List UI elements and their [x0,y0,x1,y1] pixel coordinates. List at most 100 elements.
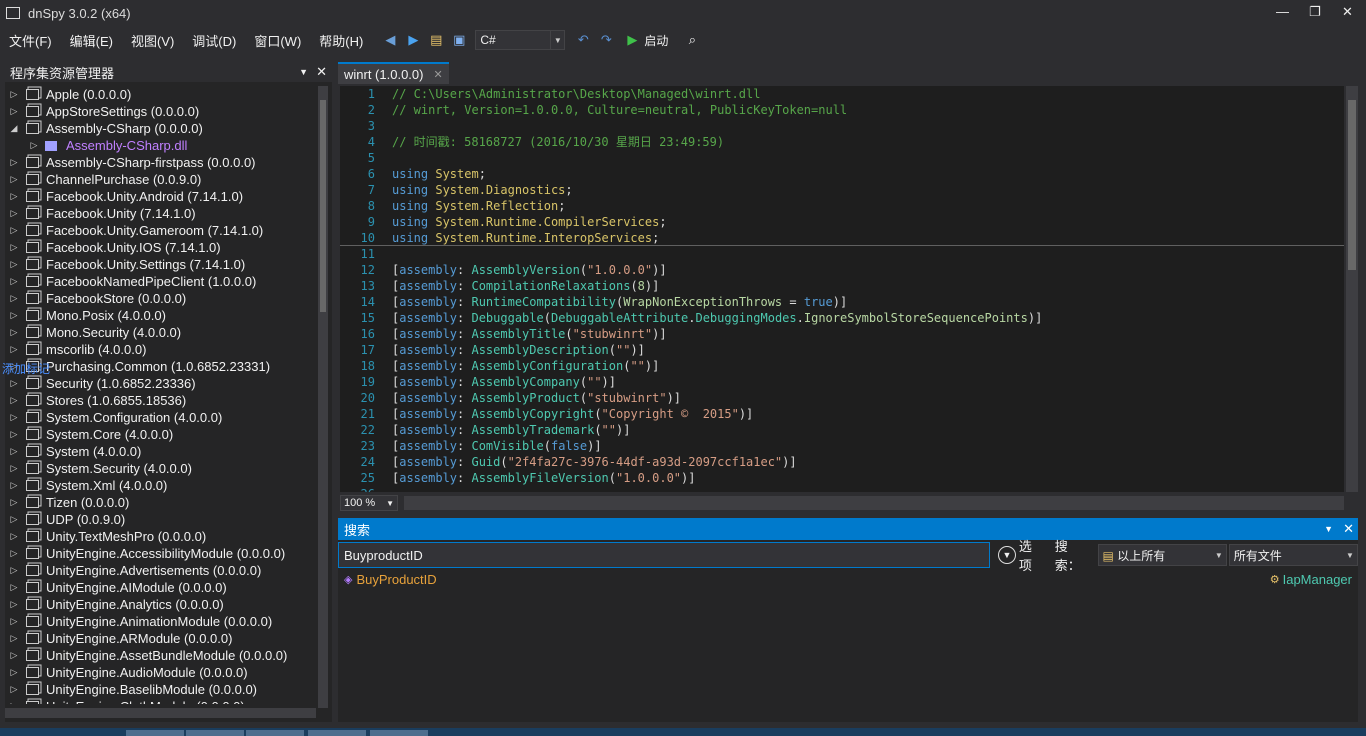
tree-item-module[interactable]: ▷ Assembly-CSharp.dll [5,137,316,154]
redo-icon[interactable]: ↷ [596,30,616,50]
collapsed-arrow-icon[interactable]: ▷ [7,497,21,508]
maximize-button[interactable]: ❐ [1309,4,1321,20]
tree-item-assembly[interactable]: ▷ UnityEngine.AssetBundleModule (0.0.0.0) [5,647,316,664]
menu-view[interactable]: 视图(V) [122,31,183,50]
tab-winrt[interactable]: winrt (1.0.0.0) ✕ [338,62,449,84]
collapsed-arrow-icon[interactable]: ▷ [7,701,21,704]
collapsed-arrow-icon[interactable]: ▷ [7,191,21,202]
tree-item-assembly[interactable]: ▷ Assembly-CSharp-firstpass (0.0.0.0) [5,154,316,171]
options-label[interactable]: 选项 [1019,536,1045,574]
tree-scrollbar-thumb[interactable] [320,100,326,312]
start-icon[interactable]: ▶ [622,30,642,50]
tree-item-assembly[interactable]: ▷ UnityEngine.ARModule (0.0.0.0) [5,630,316,647]
tree-item-assembly[interactable]: ▷ System.Xml (4.0.0.0) [5,477,316,494]
collapsed-arrow-icon[interactable]: ▷ [7,582,21,593]
tree-item-assembly[interactable]: ▷ UDP (0.0.9.0) [5,511,316,528]
zoom-select[interactable]: 100 % ▼ [340,495,398,511]
taskbar-button[interactable] [126,730,184,736]
collapsed-arrow-icon[interactable]: ▷ [7,276,21,287]
tree-item-assembly[interactable]: ▷ Tizen (0.0.0.0) [5,494,316,511]
tree-item-assembly[interactable]: ▷ mscorlib (4.0.0.0) [5,341,316,358]
collapsed-arrow-icon[interactable]: ▷ [7,599,21,610]
language-select[interactable]: C# ▼ [475,30,566,50]
search-input[interactable]: BuyproductID [338,542,990,568]
tree-item-assembly[interactable]: ▷ Facebook.Unity.IOS (7.14.1.0) [5,239,316,256]
start-button[interactable]: 启动 [644,32,668,49]
close-window-button[interactable]: ✕ [1342,4,1353,20]
collapsed-arrow-icon[interactable]: ▷ [7,565,21,576]
tree-item-assembly[interactable]: ▷ Purchasing.Common (1.0.6852.23331) [5,358,316,375]
tree-item-assembly[interactable]: ▷ Facebook.Unity.Android (7.14.1.0) [5,188,316,205]
tree-item-assembly[interactable]: ▷ Security (1.0.6852.23336) [5,375,316,392]
tree-item-assembly[interactable]: ▷ UnityEngine.BaselibModule (0.0.0.0) [5,681,316,698]
expanded-arrow-icon[interactable]: ◢ [7,123,21,134]
tree-item-assembly[interactable]: ▷ UnityEngine.AIModule (0.0.0.0) [5,579,316,596]
tree-item-assembly[interactable]: ▷ System.Configuration (4.0.0.0) [5,409,316,426]
collapsed-arrow-icon[interactable]: ▷ [7,344,21,355]
editor-scrollbar[interactable] [1346,86,1358,492]
collapsed-arrow-icon[interactable]: ▷ [7,650,21,661]
tree-item-assembly[interactable]: ▷ Unity.TextMeshPro (0.0.0.0) [5,528,316,545]
tree-item-assembly[interactable]: ▷ ChannelPurchase (0.0.9.0) [5,171,316,188]
tree-item-assembly[interactable]: ▷ AppStoreSettings (0.0.0.0) [5,103,316,120]
panel-close-icon[interactable]: ✕ [316,64,327,80]
options-chevron-icon[interactable]: ▼ [998,546,1016,564]
collapsed-arrow-icon[interactable]: ▷ [7,378,21,389]
collapsed-arrow-icon[interactable]: ▷ [7,225,21,236]
tree-item-assembly[interactable]: ▷ UnityEngine.AnimationModule (0.0.0.0) [5,613,316,630]
menu-file[interactable]: 文件(F) [0,31,61,50]
collapsed-arrow-icon[interactable]: ▷ [7,242,21,253]
menu-debug[interactable]: 调试(D) [183,31,245,50]
collapsed-arrow-icon[interactable]: ▷ [7,446,21,457]
tree-item-assembly[interactable]: ▷ UnityEngine.Advertisements (0.0.0.0) [5,562,316,579]
undo-icon[interactable]: ↶ [573,30,593,50]
collapsed-arrow-icon[interactable]: ▷ [7,684,21,695]
tree-item-assembly[interactable]: ▷ System.Core (4.0.0.0) [5,426,316,443]
collapsed-arrow-icon[interactable]: ▷ [7,548,21,559]
collapsed-arrow-icon[interactable]: ▷ [7,259,21,270]
collapsed-arrow-icon[interactable]: ▷ [7,395,21,406]
collapsed-arrow-icon[interactable]: ▷ [7,157,21,168]
tree-item-assembly[interactable]: ▷ UnityEngine.ClothModule (0.0.0.0) [5,698,316,704]
tree-item-assembly[interactable]: ▷ FacebookStore (0.0.0.0) [5,290,316,307]
search-scope-select[interactable]: ▤ 以上所有 ▼ [1097,544,1227,566]
tab-close-icon[interactable]: ✕ [433,68,442,81]
open-icon[interactable]: ▤ [426,30,446,50]
editor-scrollbar-thumb[interactable] [1348,100,1356,270]
tree-item-assembly[interactable]: ▷ FacebookNamedPipeClient (1.0.0.0) [5,273,316,290]
collapsed-arrow-icon[interactable]: ▷ [7,633,21,644]
taskbar-button[interactable] [370,730,428,736]
collapsed-arrow-icon[interactable]: ▷ [7,531,21,542]
menu-edit[interactable]: 编辑(E) [61,31,122,50]
tree-item-assembly[interactable]: ◢ Assembly-CSharp (0.0.0.0) [5,120,316,137]
search-result-row[interactable]: ◈ BuyProductID ⚙ IapManager [338,569,1358,589]
tree-item-assembly[interactable]: ▷ UnityEngine.Analytics (0.0.0.0) [5,596,316,613]
code-editor[interactable]: 1// C:\Users\Administrator\Desktop\Manag… [340,86,1344,492]
tree-item-assembly[interactable]: ▷ Stores (1.0.6855.18536) [5,392,316,409]
tree-item-assembly[interactable]: ▷ Mono.Posix (4.0.0.0) [5,307,316,324]
collapsed-arrow-icon[interactable]: ▷ [7,106,21,117]
collapsed-arrow-icon[interactable]: ▷ [27,140,41,151]
panel-menu-icon[interactable]: ▼ [299,67,308,77]
taskbar-button[interactable] [246,730,304,736]
collapsed-arrow-icon[interactable]: ▷ [7,514,21,525]
editor-hscrollbar[interactable] [404,496,1344,510]
collapsed-arrow-icon[interactable]: ▷ [7,429,21,440]
collapsed-arrow-icon[interactable]: ▷ [7,174,21,185]
collapsed-arrow-icon[interactable]: ▷ [7,480,21,491]
forward-icon[interactable]: ▶ [403,30,423,50]
tree-item-assembly[interactable]: ▷ Facebook.Unity.Settings (7.14.1.0) [5,256,316,273]
tree-hscrollbar[interactable] [5,708,316,718]
taskbar-button[interactable] [186,730,244,736]
collapsed-arrow-icon[interactable]: ▷ [7,463,21,474]
back-icon[interactable]: ◀ [380,30,400,50]
search-files-select[interactable]: 所有文件 ▼ [1228,544,1359,566]
search-icon[interactable]: ⌕ [682,30,702,50]
panel-menu-icon[interactable]: ▼ [1324,524,1333,534]
tree-item-assembly[interactable]: ▷ Facebook.Unity (7.14.1.0) [5,205,316,222]
menu-help[interactable]: 帮助(H) [310,31,372,50]
search-close-icon[interactable]: ✕ [1343,521,1354,537]
tree-item-assembly[interactable]: ▷ System (4.0.0.0) [5,443,316,460]
collapsed-arrow-icon[interactable]: ▷ [7,667,21,678]
tree-item-assembly[interactable]: ▷ Apple (0.0.0.0) [5,86,316,103]
